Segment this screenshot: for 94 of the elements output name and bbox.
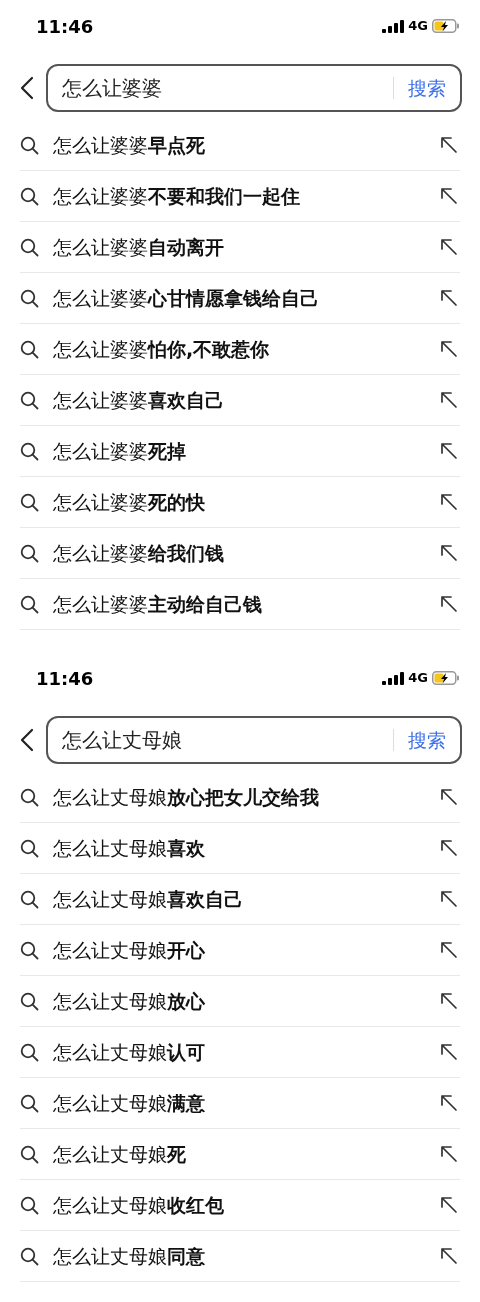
search-icon	[20, 186, 39, 206]
fill-arrow-icon[interactable]	[440, 187, 458, 205]
search-icon	[20, 339, 39, 359]
suggestion-text: 怎么让婆婆给我们钱	[53, 540, 225, 566]
search-icon	[20, 441, 39, 461]
suggestion-text: 怎么让丈母娘放心把女儿交给我	[53, 784, 320, 810]
search-field[interactable]: 怎么让婆婆 搜索	[46, 64, 462, 112]
search-icon	[20, 1195, 39, 1215]
search-icon	[20, 135, 39, 155]
fill-arrow-icon[interactable]	[440, 289, 458, 307]
search-icon	[20, 940, 39, 960]
fill-arrow-icon[interactable]	[440, 941, 458, 959]
suggestion-text: 怎么让婆婆怕你,不敢惹你	[53, 336, 271, 362]
fill-arrow-icon[interactable]	[440, 595, 458, 613]
suggestion-item[interactable]: 怎么让丈母娘死	[20, 1129, 460, 1180]
suggestion-text: 怎么让丈母娘开心	[53, 937, 206, 963]
suggestion-text: 怎么让丈母娘同意	[53, 1243, 206, 1269]
search-icon	[20, 991, 39, 1011]
search-icon	[20, 594, 39, 614]
search-icon	[20, 492, 39, 512]
fill-arrow-icon[interactable]	[440, 1043, 458, 1061]
suggestion-item[interactable]: 怎么让婆婆心甘情愿拿钱给自己	[20, 273, 460, 324]
suggestion-item[interactable]: 怎么让丈母娘开心	[20, 925, 460, 976]
fill-arrow-icon[interactable]	[440, 890, 458, 908]
network-label: 4G	[408, 17, 428, 36]
suggestion-item[interactable]: 怎么让丈母娘喜欢自己	[20, 874, 460, 925]
suggestion-item[interactable]: 怎么让婆婆自动离开	[20, 222, 460, 273]
suggestion-item[interactable]: 怎么让丈母娘收红包	[20, 1180, 460, 1231]
suggestion-item[interactable]: 怎么让丈母娘满意	[20, 1078, 460, 1129]
suggestion-item[interactable]: 怎么让丈母娘认可	[20, 1027, 460, 1078]
suggestion-text: 怎么让婆婆主动给自己钱	[53, 591, 263, 617]
fill-arrow-icon[interactable]	[440, 442, 458, 460]
fill-arrow-icon[interactable]	[440, 839, 458, 857]
fill-arrow-icon[interactable]	[440, 238, 458, 256]
suggestion-text: 怎么让丈母娘放心	[53, 988, 206, 1014]
suggestion-text: 怎么让婆婆死的快	[53, 489, 206, 515]
signal-icon	[382, 671, 405, 685]
search-button[interactable]: 搜索	[408, 73, 446, 103]
suggestion-text: 怎么让婆婆心甘情愿拿钱给自己	[53, 285, 320, 311]
status-time: 11:46	[36, 14, 94, 39]
suggestion-text: 怎么让丈母娘满意	[53, 1090, 206, 1116]
suggestion-text: 怎么让丈母娘死	[53, 1141, 187, 1167]
search-icon	[20, 1246, 39, 1266]
suggestion-item[interactable]: 怎么让婆婆主动给自己钱	[20, 579, 460, 630]
suggestion-item[interactable]: 怎么让婆婆死的快	[20, 477, 460, 528]
signal-icon	[382, 19, 405, 33]
fill-arrow-icon[interactable]	[440, 493, 458, 511]
search-icon	[20, 288, 39, 308]
suggestion-item[interactable]: 怎么让婆婆不要和我们一起住	[20, 171, 460, 222]
suggestion-item[interactable]: 怎么让丈母娘同意	[20, 1231, 460, 1282]
fill-arrow-icon[interactable]	[440, 1145, 458, 1163]
battery-charging-icon	[432, 671, 460, 685]
suggestion-item[interactable]: 怎么让婆婆怕你,不敢惹你	[20, 324, 460, 375]
suggestion-text: 怎么让婆婆自动离开	[53, 234, 225, 260]
search-icon	[20, 1093, 39, 1113]
suggestion-item[interactable]: 怎么让婆婆死掉	[20, 426, 460, 477]
suggestion-text: 怎么让丈母娘喜欢自己	[53, 886, 244, 912]
fill-arrow-icon[interactable]	[440, 1247, 458, 1265]
search-icon	[20, 838, 39, 858]
search-icon	[20, 889, 39, 909]
suggestion-text: 怎么让婆婆喜欢自己	[53, 387, 225, 413]
fill-arrow-icon[interactable]	[440, 544, 458, 562]
battery-charging-icon	[432, 19, 460, 33]
suggestion-text: 怎么让丈母娘认可	[53, 1039, 206, 1065]
search-icon	[20, 787, 39, 807]
search-icon	[20, 237, 39, 257]
fill-arrow-icon[interactable]	[440, 1196, 458, 1214]
fill-arrow-icon[interactable]	[440, 992, 458, 1010]
suggestion-text: 怎么让丈母娘收红包	[53, 1192, 225, 1218]
back-icon[interactable]	[20, 76, 34, 100]
suggestion-text: 怎么让丈母娘喜欢	[53, 835, 206, 861]
suggestion-text: 怎么让婆婆不要和我们一起住	[53, 183, 301, 209]
search-button[interactable]: 搜索	[408, 725, 446, 755]
back-icon[interactable]	[20, 728, 34, 752]
fill-arrow-icon[interactable]	[440, 136, 458, 154]
suggestion-item[interactable]: 怎么让丈母娘喜欢	[20, 823, 460, 874]
search-icon	[20, 1144, 39, 1164]
search-icon	[20, 1042, 39, 1062]
suggestion-item[interactable]: 怎么让婆婆喜欢自己	[20, 375, 460, 426]
search-icon	[20, 390, 39, 410]
search-icon	[20, 543, 39, 563]
suggestion-item[interactable]: 怎么让丈母娘放心	[20, 976, 460, 1027]
search-field[interactable]: 怎么让丈母娘 搜索	[46, 716, 462, 764]
network-label: 4G	[408, 669, 428, 688]
suggestion-item[interactable]: 怎么让婆婆给我们钱	[20, 528, 460, 579]
fill-arrow-icon[interactable]	[440, 391, 458, 409]
fill-arrow-icon[interactable]	[440, 788, 458, 806]
fill-arrow-icon[interactable]	[440, 340, 458, 358]
suggestion-text: 怎么让婆婆早点死	[53, 132, 206, 158]
suggestion-text: 怎么让婆婆死掉	[53, 438, 187, 464]
status-time: 11:46	[36, 666, 94, 691]
fill-arrow-icon[interactable]	[440, 1094, 458, 1112]
suggestion-item[interactable]: 怎么让丈母娘放心把女儿交给我	[20, 772, 460, 823]
suggestion-item[interactable]: 怎么让婆婆早点死	[20, 120, 460, 171]
